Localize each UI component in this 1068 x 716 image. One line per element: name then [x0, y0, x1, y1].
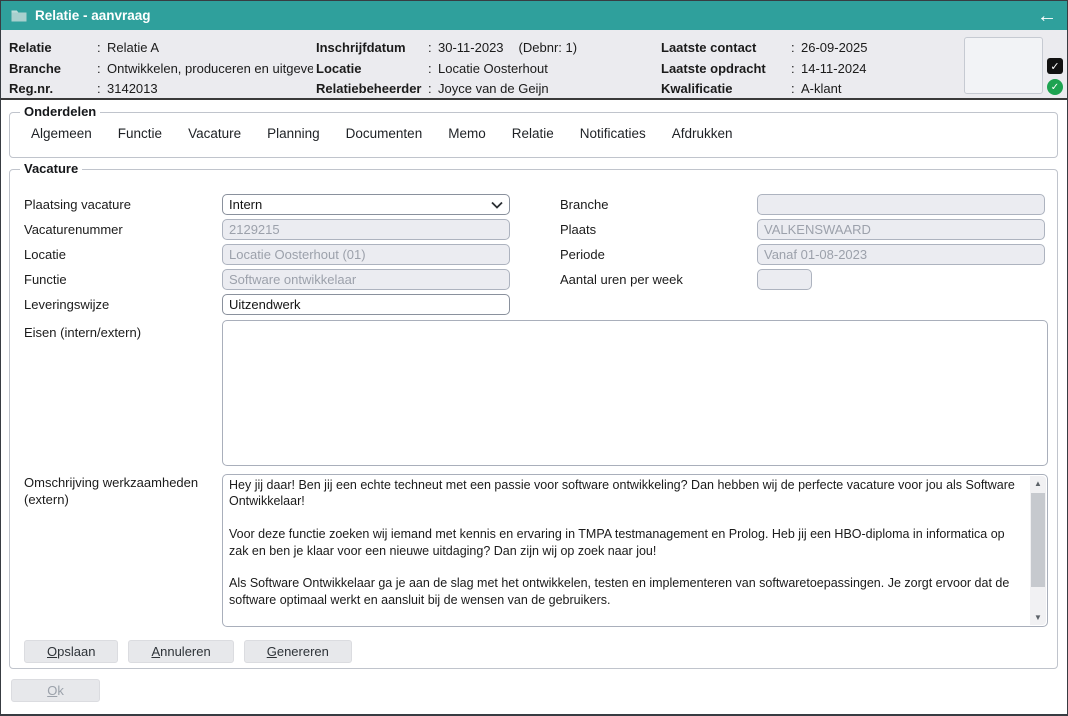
- opslaan-button[interactable]: Opslaan: [24, 640, 118, 663]
- tab-bar: Algemeen Functie Vacature Planning Docum…: [18, 126, 746, 141]
- relatie-label: Relatie: [9, 38, 97, 59]
- genereren-button[interactable]: Genereren: [244, 640, 352, 663]
- aantal-uren-field: [757, 269, 812, 290]
- header-row-relatiebeheerder: Relatiebeheerder : Joyce van de Geijn: [316, 79, 577, 100]
- separator: :: [791, 79, 801, 100]
- action-button-row: Opslaan Annuleren Genereren: [24, 640, 352, 663]
- branche-value: Ontwikkelen, produceren en uitgeven v: [107, 59, 313, 80]
- separator: :: [428, 79, 438, 100]
- scrollbar[interactable]: ▲ ▼: [1030, 476, 1046, 625]
- chevron-down-icon: [491, 201, 503, 209]
- locatie-field: Locatie Oosterhout (01): [222, 244, 510, 265]
- photo-placeholder: [964, 37, 1043, 94]
- inschrijfdatum-label: Inschrijfdatum: [316, 38, 428, 59]
- vacature-section: Vacature Plaatsing vacature Intern Vacat…: [9, 169, 1058, 669]
- locatie-label: Locatie: [316, 59, 428, 80]
- eisen-text: [223, 321, 1047, 465]
- laatste-contact-label: Laatste contact: [661, 38, 791, 59]
- tab-vacature[interactable]: Vacature: [175, 126, 254, 141]
- header-row-laatste-opdracht: Laatste opdracht : 14-11-2024: [661, 59, 868, 80]
- back-arrow-icon[interactable]: ←: [1037, 6, 1057, 26]
- tab-planning[interactable]: Planning: [254, 126, 333, 141]
- eisen-label: Eisen (intern/extern): [24, 322, 141, 343]
- locatie-value: Locatie Oosterhout: [438, 59, 577, 80]
- relatie-value: Relatie A: [107, 38, 313, 59]
- branche-field-label: Branche: [560, 194, 608, 215]
- header-row-regnr: Reg.nr. : 3142013: [9, 79, 313, 100]
- kwalificatie-label: Kwalificatie: [661, 79, 791, 100]
- vacaturenummer-label: Vacaturenummer: [24, 219, 123, 240]
- separator: :: [791, 59, 801, 80]
- separator: :: [97, 79, 107, 100]
- regnr-value: 3142013: [107, 79, 313, 100]
- eisen-textarea[interactable]: [222, 320, 1048, 466]
- plaats-field: VALKENSWAARD: [757, 219, 1045, 240]
- plaats-label: Plaats: [560, 219, 596, 240]
- header-column-right: Laatste contact : 26-09-2025 Laatste opd…: [661, 38, 868, 100]
- header-row-branche: Branche : Ontwikkelen, produceren en uit…: [9, 59, 313, 80]
- header-row-locatie: Locatie : Locatie Oosterhout: [316, 59, 577, 80]
- branche-field: [757, 194, 1045, 215]
- tab-documenten[interactable]: Documenten: [333, 126, 436, 141]
- vacature-legend: Vacature: [20, 161, 82, 176]
- aantal-uren-label: Aantal uren per week: [560, 269, 683, 290]
- onderdelen-section: Onderdelen Algemeen Functie Vacature Pla…: [9, 112, 1058, 158]
- relation-header: Relatie : Relatie A Branche : Ontwikkele…: [1, 30, 1067, 100]
- tab-memo[interactable]: Memo: [435, 126, 499, 141]
- regnr-label: Reg.nr.: [9, 79, 97, 100]
- scroll-down-icon[interactable]: ▼: [1030, 610, 1046, 625]
- tab-afdrukken[interactable]: Afdrukken: [659, 126, 746, 141]
- kwalificatie-value: A-klant: [801, 79, 868, 100]
- scrollbar-thumb[interactable]: [1031, 493, 1045, 587]
- tab-relatie[interactable]: Relatie: [499, 126, 567, 141]
- locatie-field-label: Locatie: [24, 244, 66, 265]
- functie-field-label: Functie: [24, 269, 67, 290]
- separator: :: [97, 38, 107, 59]
- header-column-middle: Inschrijfdatum : 30-11-2023(Debnr: 1) Lo…: [316, 38, 577, 100]
- tab-notificaties[interactable]: Notificaties: [567, 126, 659, 141]
- separator: :: [97, 59, 107, 80]
- tab-functie[interactable]: Functie: [105, 126, 175, 141]
- plaatsing-vacature-value: Intern: [229, 195, 262, 214]
- omschrijving-textarea[interactable]: Hey jij daar! Ben jij een echte techneut…: [222, 474, 1048, 627]
- header-row-kwalificatie: Kwalificatie : A-klant: [661, 79, 868, 100]
- periode-field: Vanaf 01-08-2023: [757, 244, 1045, 265]
- header-row-relatie: Relatie : Relatie A: [9, 38, 313, 59]
- omschrijving-text: Hey jij daar! Ben jij een echte techneut…: [223, 475, 1030, 626]
- status-check-icon: ✓: [1047, 79, 1063, 95]
- separator: :: [791, 38, 801, 59]
- plaatsing-vacature-label: Plaatsing vacature: [24, 194, 131, 215]
- tab-algemeen[interactable]: Algemeen: [18, 126, 105, 141]
- onderdelen-legend: Onderdelen: [20, 104, 100, 119]
- folder-icon: [11, 9, 27, 22]
- branche-label: Branche: [9, 59, 97, 80]
- laatste-opdracht-value: 14-11-2024: [801, 59, 868, 80]
- window-title: Relatie - aanvraag: [35, 8, 151, 23]
- relatiebeheerder-label: Relatiebeheerder: [316, 79, 428, 100]
- laatste-contact-value: 26-09-2025: [801, 38, 868, 59]
- scroll-up-icon[interactable]: ▲: [1030, 476, 1046, 491]
- header-column-left: Relatie : Relatie A Branche : Ontwikkele…: [9, 38, 313, 100]
- separator: :: [428, 38, 438, 59]
- functie-field: Software ontwikkelaar: [222, 269, 510, 290]
- plaatsing-vacature-select[interactable]: Intern: [222, 194, 510, 215]
- ok-button[interactable]: Ok: [11, 679, 100, 702]
- separator: :: [428, 59, 438, 80]
- vacaturenummer-field: 2129215: [222, 219, 510, 240]
- relatie-aanvraag-window: Relatie - aanvraag ← Relatie : Relatie A…: [0, 0, 1068, 716]
- periode-label: Periode: [560, 244, 605, 265]
- laatste-opdracht-label: Laatste opdracht: [661, 59, 791, 80]
- header-checkbox[interactable]: ✓: [1047, 58, 1063, 74]
- leveringswijze-field[interactable]: Uitzendwerk: [222, 294, 510, 315]
- title-bar: Relatie - aanvraag ←: [1, 1, 1067, 30]
- debnr-value: (Debnr: 1): [519, 40, 578, 55]
- relatiebeheerder-value: Joyce van de Geijn: [438, 79, 577, 100]
- leveringswijze-label: Leveringswijze: [24, 294, 109, 315]
- header-row-laatste-contact: Laatste contact : 26-09-2025: [661, 38, 868, 59]
- header-row-inschrijfdatum: Inschrijfdatum : 30-11-2023(Debnr: 1): [316, 38, 577, 59]
- annuleren-button[interactable]: Annuleren: [128, 640, 233, 663]
- inschrijfdatum-value: 30-11-2023(Debnr: 1): [438, 38, 577, 59]
- omschrijving-label: Omschrijving werkzaamheden (extern): [24, 474, 206, 508]
